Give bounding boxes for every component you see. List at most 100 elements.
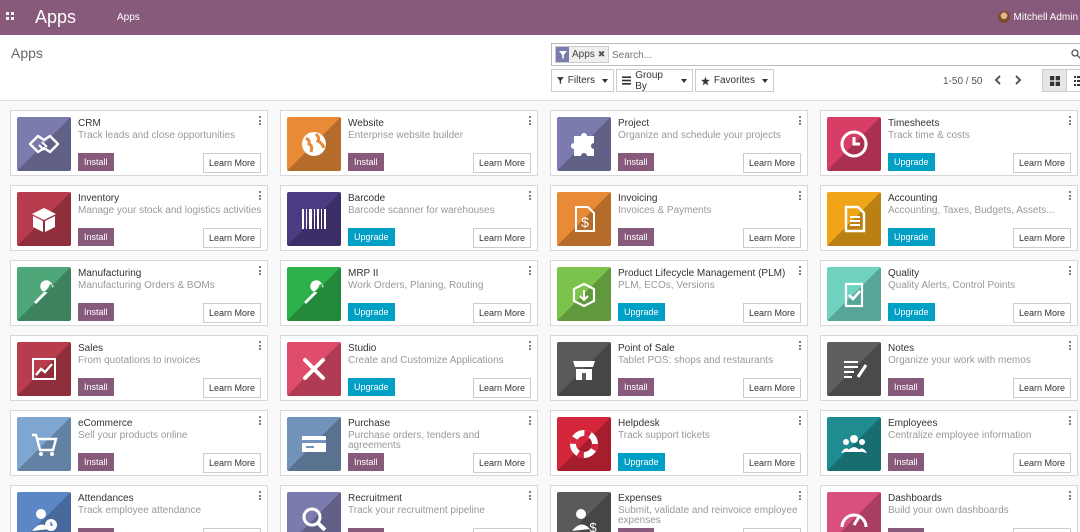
- upgrade-button[interactable]: Upgrade: [618, 453, 665, 471]
- learn-more-button[interactable]: Learn More: [472, 453, 531, 473]
- app-card-purchase[interactable]: Purchase Purchase orders, tenders and agr…: [280, 410, 538, 476]
- filters-button[interactable]: Filters: [551, 69, 614, 92]
- install-button[interactable]: Install: [348, 153, 384, 171]
- app-card-mrp-ii[interactable]: MRP II Work Orders, Planing, Routing Upgra…: [280, 260, 538, 326]
- pager-value[interactable]: 1-50 / 50: [943, 76, 982, 87]
- install-button[interactable]: Install: [348, 453, 384, 471]
- user-menu[interactable]: Mitchell Admin: [997, 11, 1078, 23]
- app-card-quality[interactable]: Quality Quality Alerts, Control Points Upg…: [820, 260, 1078, 326]
- app-switcher-grid-icon[interactable]: [4, 10, 18, 24]
- upgrade-button[interactable]: Upgrade: [888, 303, 935, 321]
- search-icon[interactable]: [1071, 49, 1080, 59]
- learn-more-button[interactable]: Learn More: [472, 303, 531, 323]
- install-button[interactable]: Install: [78, 303, 114, 321]
- app-card-barcode[interactable]: Barcode Barcode scanner for warehouses Upg…: [280, 185, 538, 251]
- install-button[interactable]: Install: [618, 378, 654, 396]
- install-button[interactable]: Install: [618, 228, 654, 246]
- app-card-dashboards[interactable]: DashboardsBuild your own dashboards Insta…: [820, 485, 1078, 532]
- upgrade-button[interactable]: Upgrade: [888, 228, 935, 246]
- learn-more-button[interactable]: Learn More: [1012, 153, 1071, 173]
- learn-more-button[interactable]: Learn More: [472, 378, 531, 398]
- kebab-menu-icon[interactable]: [257, 116, 263, 128]
- learn-more-button[interactable]: Learn More: [742, 153, 801, 173]
- learn-more-button[interactable]: Learn More: [742, 378, 801, 398]
- app-card-inventory[interactable]: Inventory Manage your stock and logistics…: [10, 185, 268, 251]
- kebab-menu-icon[interactable]: [257, 191, 263, 203]
- app-card-helpdesk[interactable]: Helpdesk Track support tickets Upgrade Lear…: [550, 410, 808, 476]
- install-button[interactable]: Install: [78, 153, 114, 171]
- learn-more-button[interactable]: Learn More: [202, 378, 261, 398]
- kebab-menu-icon[interactable]: [797, 341, 803, 353]
- install-button[interactable]: Install: [888, 528, 924, 532]
- install-button[interactable]: Install: [618, 153, 654, 171]
- upgrade-button[interactable]: Upgrade: [888, 153, 935, 171]
- app-card-attendances[interactable]: AttendancesTrack employee attendance Inst…: [10, 485, 268, 532]
- facet-remove-icon[interactable]: ✖: [598, 49, 609, 60]
- learn-more-button[interactable]: Learn More: [202, 453, 261, 473]
- app-card-invoicing[interactable]: $ Invoicing Invoices & Payments Install Lear…: [550, 185, 808, 251]
- learn-more-button[interactable]: Learn More: [202, 153, 261, 173]
- kebab-menu-icon[interactable]: [527, 341, 533, 353]
- navbar-menu-apps[interactable]: Apps: [117, 12, 140, 23]
- kebab-menu-icon[interactable]: [797, 416, 803, 428]
- learn-more-button[interactable]: Learn More: [202, 303, 261, 323]
- learn-more-button[interactable]: Learn More: [472, 228, 531, 248]
- learn-more-button[interactable]: Learn More: [742, 453, 801, 473]
- upgrade-button[interactable]: Upgrade: [348, 228, 395, 246]
- upgrade-button[interactable]: Upgrade: [348, 378, 395, 396]
- kebab-menu-icon[interactable]: [257, 491, 263, 503]
- kebab-menu-icon[interactable]: [797, 191, 803, 203]
- upgrade-button[interactable]: Upgrade: [618, 303, 665, 321]
- kebab-menu-icon[interactable]: [527, 416, 533, 428]
- learn-more-button[interactable]: Learn More: [1012, 453, 1071, 473]
- learn-more-button[interactable]: Learn More: [742, 228, 801, 248]
- app-card-sales[interactable]: Sales From quotations to invoices Install L…: [10, 335, 268, 401]
- app-card-crm[interactable]: CRM Track leads and close opportunities In…: [10, 110, 268, 176]
- learn-more-button[interactable]: Learn More: [1012, 303, 1071, 323]
- install-button[interactable]: Install: [888, 378, 924, 396]
- install-button[interactable]: Install: [618, 528, 654, 532]
- app-card-point-of-sale[interactable]: Point of Sale Tablet POS: shops and resta…: [550, 335, 808, 401]
- learn-more-button[interactable]: Learn More: [1012, 528, 1071, 532]
- groupby-button[interactable]: Group By: [616, 69, 693, 92]
- kebab-menu-icon[interactable]: [257, 266, 263, 278]
- learn-more-button[interactable]: Learn More: [472, 153, 531, 173]
- learn-more-button[interactable]: Learn More: [202, 528, 261, 532]
- app-card-ecommerce[interactable]: eCommerce Sell your products online Instal…: [10, 410, 268, 476]
- learn-more-button[interactable]: Learn More: [1012, 228, 1071, 248]
- kebab-menu-icon[interactable]: [797, 491, 803, 503]
- learn-more-button[interactable]: Learn More: [202, 228, 261, 248]
- chevron-left-icon[interactable]: [991, 73, 1005, 87]
- app-card-timesheets[interactable]: Timesheets Track time & costs Upgrade Learn…: [820, 110, 1078, 176]
- install-button[interactable]: Install: [78, 228, 114, 246]
- install-button[interactable]: Install: [348, 528, 384, 532]
- app-card-product-lifecycle-management-plm[interactable]: Product Lifecycle Management (PLM) PLM, E…: [550, 260, 808, 326]
- learn-more-button[interactable]: Learn More: [742, 528, 801, 532]
- app-card-notes[interactable]: Notes Organize your work with memos Instal…: [820, 335, 1078, 401]
- kebab-menu-icon[interactable]: [1067, 266, 1073, 278]
- install-button[interactable]: Install: [888, 453, 924, 471]
- search-input[interactable]: [612, 48, 1042, 62]
- install-button[interactable]: Install: [78, 528, 114, 532]
- learn-more-button[interactable]: Learn More: [742, 303, 801, 323]
- chevron-right-icon[interactable]: [1011, 73, 1025, 87]
- learn-more-button[interactable]: Learn More: [472, 528, 531, 532]
- kebab-menu-icon[interactable]: [1067, 341, 1073, 353]
- kanban-view-button[interactable]: [1042, 69, 1067, 92]
- navbar-brand[interactable]: Apps: [35, 7, 76, 28]
- app-card-accounting[interactable]: Accounting Accounting, Taxes, Budgets, As…: [820, 185, 1078, 251]
- app-card-website[interactable]: Website Enterprise website builder Install…: [280, 110, 538, 176]
- app-card-recruitment[interactable]: Recruitment Track your recruitment pipeli…: [280, 485, 538, 532]
- kebab-menu-icon[interactable]: [527, 116, 533, 128]
- favorites-button[interactable]: Favorites: [695, 69, 774, 92]
- kebab-menu-icon[interactable]: [1067, 191, 1073, 203]
- install-button[interactable]: Install: [78, 378, 114, 396]
- app-card-expenses[interactable]: $ Expenses Submit, validate and reinvoice …: [550, 485, 808, 532]
- app-card-employees[interactable]: Employees Centralize employee information…: [820, 410, 1078, 476]
- install-button[interactable]: Install: [78, 453, 114, 471]
- kebab-menu-icon[interactable]: [797, 116, 803, 128]
- app-card-manufacturing[interactable]: Manufacturing Manufacturing Orders & BOMs…: [10, 260, 268, 326]
- kebab-menu-icon[interactable]: [797, 266, 803, 278]
- list-view-button[interactable]: [1066, 69, 1080, 92]
- kebab-menu-icon[interactable]: [257, 416, 263, 428]
